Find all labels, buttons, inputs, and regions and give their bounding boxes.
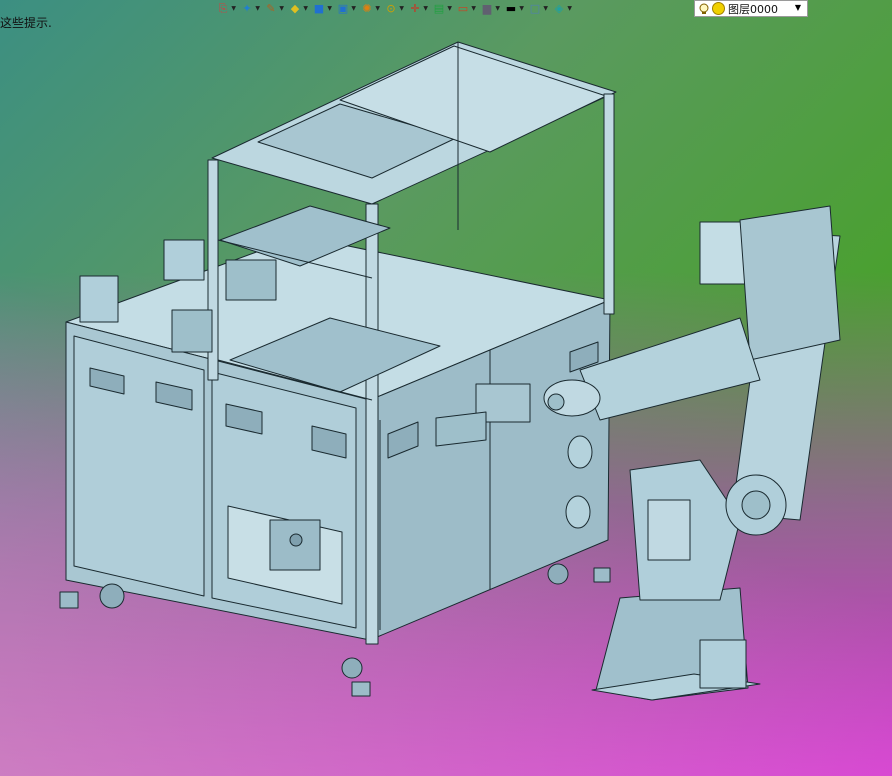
- pencil-button[interactable]: ✎ ▼: [260, 1, 284, 17]
- chevron-down-icon[interactable]: ▼: [795, 3, 801, 12]
- appearance-button[interactable]: ✺ ▼: [356, 1, 380, 17]
- layer-color-icon: [712, 2, 725, 15]
- chevron-down-icon[interactable]: ▼: [567, 5, 572, 12]
- zoom-button[interactable]: ⊙ ▼: [380, 1, 404, 17]
- 3d-viewport[interactable]: [0, 0, 892, 776]
- foot-2: [351, 681, 371, 697]
- view-toolbar: ⎘ ▼ ✦ ▼ ✎ ▼ ◆ ▼ ■ ▼ ▣ ▼ ✺ ▼ ⊙ ▼ ✛ ▼ ▤ ▼ ▭ ▼ ▆ ▼ ▬ ▼ □ ▼ ◈ ▼: [212, 0, 572, 18]
- box-yellow-icon: ◆: [290, 2, 300, 15]
- axes-button[interactable]: ✛ ▼: [404, 1, 428, 17]
- zoom-icon: ⊙: [386, 2, 396, 15]
- display-icon: ▤: [433, 2, 445, 15]
- display-button[interactable]: ▤ ▼: [428, 1, 452, 17]
- monitor-icon: ▆: [482, 2, 492, 15]
- foot-1: [59, 591, 79, 609]
- robot-control-box: [699, 639, 747, 689]
- color-swatch-icon: □: [529, 2, 541, 15]
- gripper-bracket: [435, 411, 487, 447]
- lightbulb-icon: [699, 3, 709, 14]
- robot-motor-lower: [647, 499, 691, 561]
- axes-icon: ✛: [410, 2, 420, 15]
- layer-stack-button[interactable]: ◈ ▼: [548, 1, 572, 17]
- monitor-button[interactable]: ▆ ▼: [476, 1, 500, 17]
- lamp-icon: ✦: [242, 2, 252, 15]
- post-front-right: [365, 203, 379, 645]
- side-hole-2: [565, 495, 591, 529]
- post-back-right: [603, 93, 615, 315]
- color-swatch-button[interactable]: □ ▼: [524, 1, 548, 17]
- foot-3: [593, 567, 611, 583]
- section-icon: ▭: [457, 2, 469, 15]
- fixture-left-2: [163, 239, 205, 281]
- appearance-icon: ✺: [362, 2, 372, 15]
- section-button[interactable]: ▭ ▼: [452, 1, 476, 17]
- side-hole-1: [567, 435, 593, 469]
- caster-3: [547, 563, 569, 585]
- fixture-left-1: [79, 275, 119, 323]
- fixture-mid-1: [225, 259, 277, 301]
- cube-split-icon: ▣: [337, 2, 349, 15]
- lamp-button[interactable]: ✦ ▼: [236, 1, 260, 17]
- box-yellow-button[interactable]: ◆ ▼: [284, 1, 308, 17]
- fixture-mid-2: [171, 309, 213, 353]
- layer-name: 图层0000: [728, 2, 778, 16]
- caster-2: [341, 657, 363, 679]
- layer-dropdown[interactable]: 图层0000 ▼: [694, 0, 808, 17]
- line-style-icon: ▬: [505, 2, 517, 15]
- layer-stack-icon: ◈: [554, 2, 564, 15]
- caster-1: [99, 583, 125, 609]
- robot-elbow: [739, 205, 841, 361]
- cad-model[interactable]: [0, 0, 892, 776]
- view-orient-icon: ⎘: [218, 2, 228, 15]
- status-hint-text: 这些提示.: [0, 16, 52, 30]
- cube-button[interactable]: ■ ▼: [308, 1, 332, 17]
- pencil-icon: ✎: [266, 2, 276, 15]
- line-style-button[interactable]: ▬ ▼: [500, 1, 524, 17]
- cube-split-button[interactable]: ▣ ▼: [332, 1, 356, 17]
- view-orient-button[interactable]: ⎘ ▼: [212, 1, 236, 17]
- cube-icon: ■: [313, 2, 325, 15]
